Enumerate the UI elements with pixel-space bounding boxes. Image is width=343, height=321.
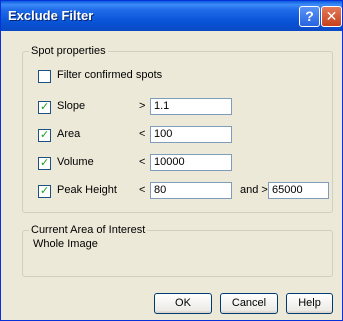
exclude-filter-dialog: Exclude Filter ? ✕ Spot properties Filte… (0, 0, 343, 321)
spot-properties-legend: Spot properties (29, 45, 108, 57)
checkmark-icon: ✓ (40, 101, 50, 113)
checkmark-icon: ✓ (40, 129, 50, 141)
filter-confirmed-checkbox[interactable] (38, 70, 51, 83)
slope-label: Slope (57, 100, 86, 112)
area-input[interactable]: 100 (150, 126, 232, 143)
cancel-button[interactable]: Cancel (220, 293, 278, 314)
title-bar[interactable]: Exclude Filter ? ✕ (1, 1, 342, 31)
and-greater-label: and > (240, 184, 268, 196)
area-of-interest-legend: Current Area of Interest (29, 224, 148, 236)
volume-input[interactable]: 10000 (150, 154, 232, 171)
peak-height-label: Peak Height (57, 184, 117, 196)
window-title: Exclude Filter (8, 8, 94, 23)
slope-checkbox[interactable]: ✓ (38, 101, 51, 114)
close-button[interactable]: ✕ (321, 6, 342, 27)
area-operator: < (139, 128, 146, 140)
volume-label: Volume (57, 156, 94, 168)
filter-confirmed-label: Filter confirmed spots (57, 69, 163, 81)
area-label: Area (57, 128, 81, 140)
spot-properties-group: Spot properties Filter confirmed spots ✓… (22, 45, 333, 213)
peak-height-operator: < (139, 184, 146, 196)
slope-input[interactable]: 1.1 (150, 98, 232, 115)
peak-height-checkbox[interactable]: ✓ (38, 185, 51, 198)
help-title-button[interactable]: ? (299, 6, 320, 27)
area-of-interest-group: Current Area of Interest Whole Image (22, 224, 333, 277)
checkmark-icon: ✓ (40, 157, 50, 169)
help-button[interactable]: Help (286, 293, 333, 314)
close-icon: ✕ (325, 8, 338, 24)
volume-operator: < (139, 156, 146, 168)
volume-checkbox[interactable]: ✓ (38, 157, 51, 170)
ok-button[interactable]: OK (154, 293, 212, 314)
peak-height-min-input[interactable]: 80 (150, 182, 232, 199)
checkmark-icon: ✓ (40, 185, 50, 197)
area-checkbox[interactable]: ✓ (38, 129, 51, 142)
slope-operator: > (139, 100, 146, 112)
peak-height-max-input[interactable]: 65000 (268, 182, 329, 199)
area-of-interest-value: Whole Image (33, 238, 98, 250)
question-mark-icon: ? (305, 8, 314, 24)
